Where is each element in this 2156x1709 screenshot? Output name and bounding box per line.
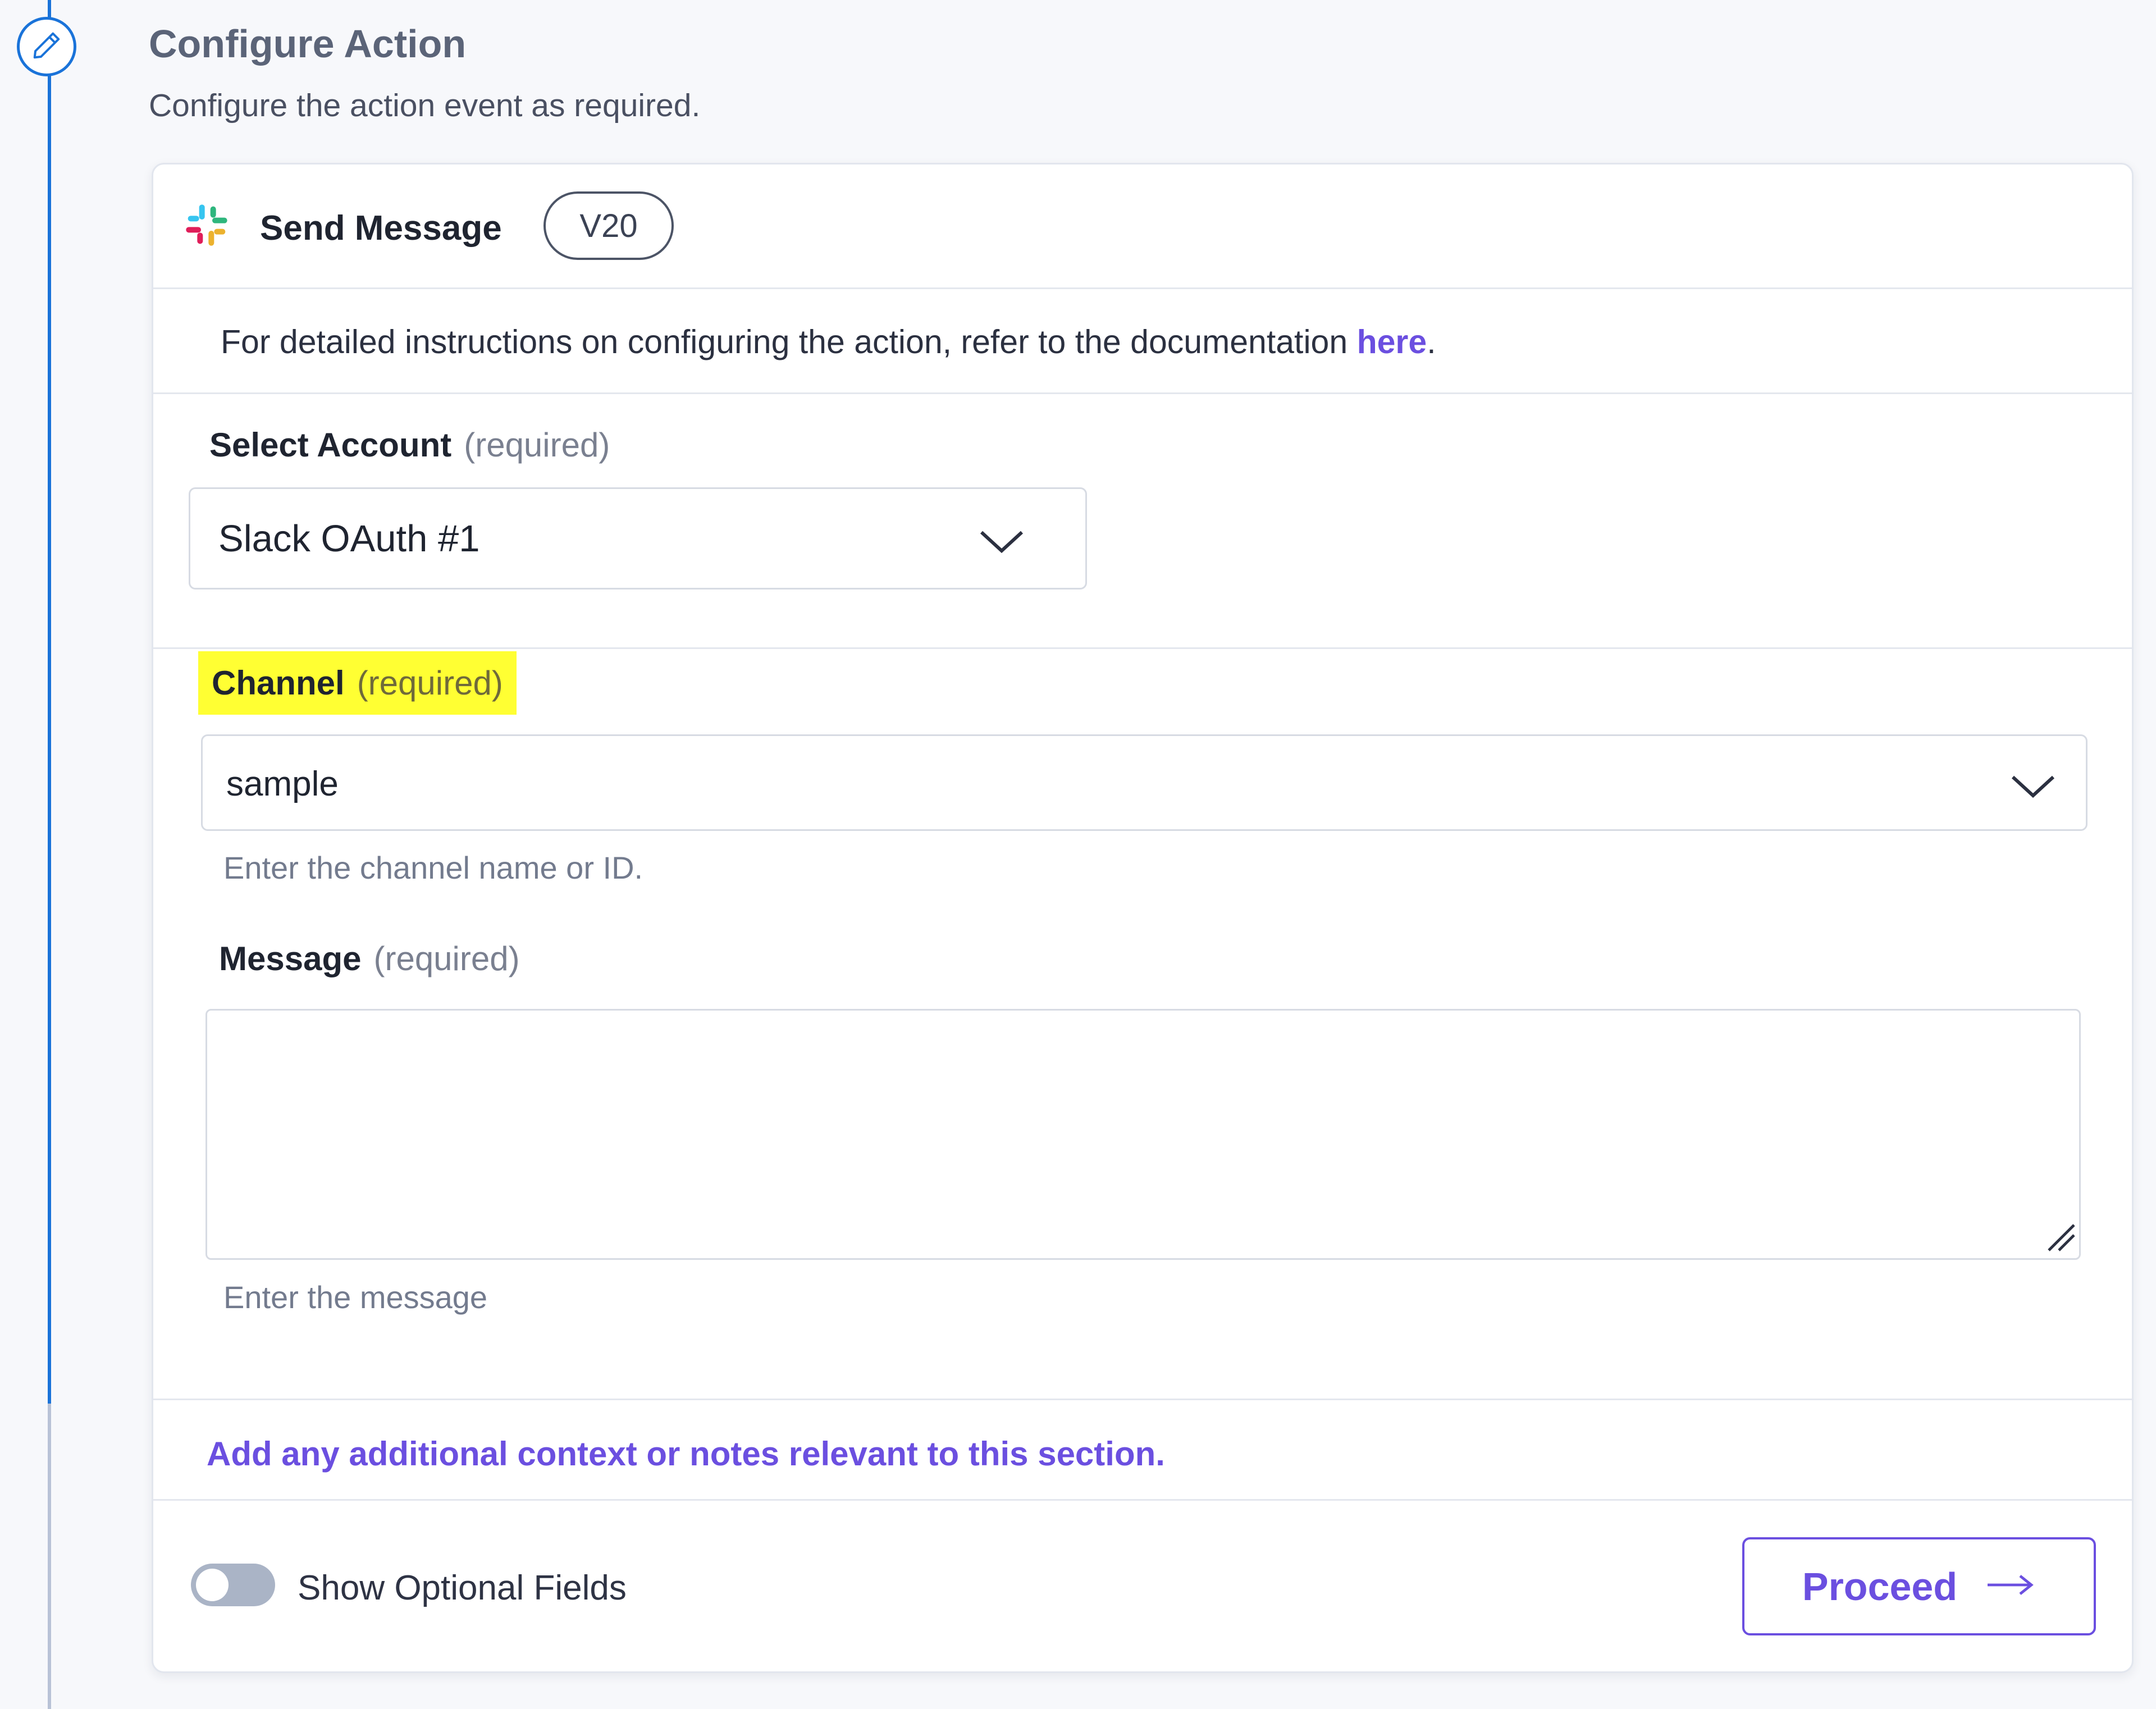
channel-helper: Enter the channel name or ID. (223, 850, 643, 885)
documentation-suffix: . (1427, 323, 1436, 360)
step-title: Configure Action (149, 22, 467, 66)
notes-link[interactable]: Add any additional context or notes rele… (207, 1434, 1165, 1473)
slack-logo-icon (184, 203, 229, 250)
chevron-down-icon (976, 524, 1027, 560)
card-header: Send Message V20 (153, 164, 2132, 289)
step-node (17, 17, 76, 76)
action-config-card: Send Message V20 For detailed instructio… (152, 163, 2134, 1673)
account-divider (153, 647, 2132, 649)
proceed-label: Proceed (1802, 1564, 1958, 1609)
notes-divider-bottom (153, 1499, 2132, 1501)
notes-divider-top (153, 1399, 2132, 1400)
resize-grip-icon[interactable] (2042, 1218, 2076, 1255)
optional-fields-toggle[interactable] (191, 1564, 275, 1606)
step-subtitle: Configure the action event as required. (149, 88, 701, 124)
documentation-row: For detailed instructions on configuring… (153, 289, 2132, 394)
proceed-button[interactable]: Proceed (1742, 1537, 2096, 1635)
channel-label: Channel (required) (198, 651, 517, 715)
optional-fields-label: Show Optional Fields (298, 1569, 627, 1607)
message-textarea[interactable] (205, 1009, 2081, 1260)
account-select[interactable]: Slack OAuth #1 (189, 487, 1087, 590)
documentation-link[interactable]: here (1357, 323, 1427, 360)
account-label: Select Account (required) (209, 426, 610, 464)
version-badge[interactable]: V20 (543, 191, 674, 260)
pencil-icon (30, 29, 63, 65)
message-helper: Enter the message (223, 1280, 488, 1315)
channel-select[interactable]: sample (201, 734, 2088, 831)
channel-label-text: Channel (212, 664, 345, 702)
message-label: Message (required) (219, 939, 520, 978)
documentation-prefix: For detailed instructions on configuring… (221, 323, 1357, 360)
arrow-right-icon (1985, 1574, 2036, 1599)
account-required: (required) (464, 426, 610, 464)
channel-select-value: sample (226, 765, 339, 803)
chevron-down-icon (2008, 769, 2058, 805)
action-name: Send Message (260, 209, 502, 248)
timeline-line-active (48, 0, 51, 1404)
account-label-text: Select Account (209, 426, 452, 464)
account-select-value: Slack OAuth #1 (218, 518, 480, 560)
channel-required: (required) (357, 664, 503, 702)
documentation-text: For detailed instructions on configuring… (221, 323, 1436, 361)
toggle-knob (196, 1569, 229, 1601)
message-label-text: Message (219, 940, 362, 977)
message-required: (required) (373, 940, 520, 977)
